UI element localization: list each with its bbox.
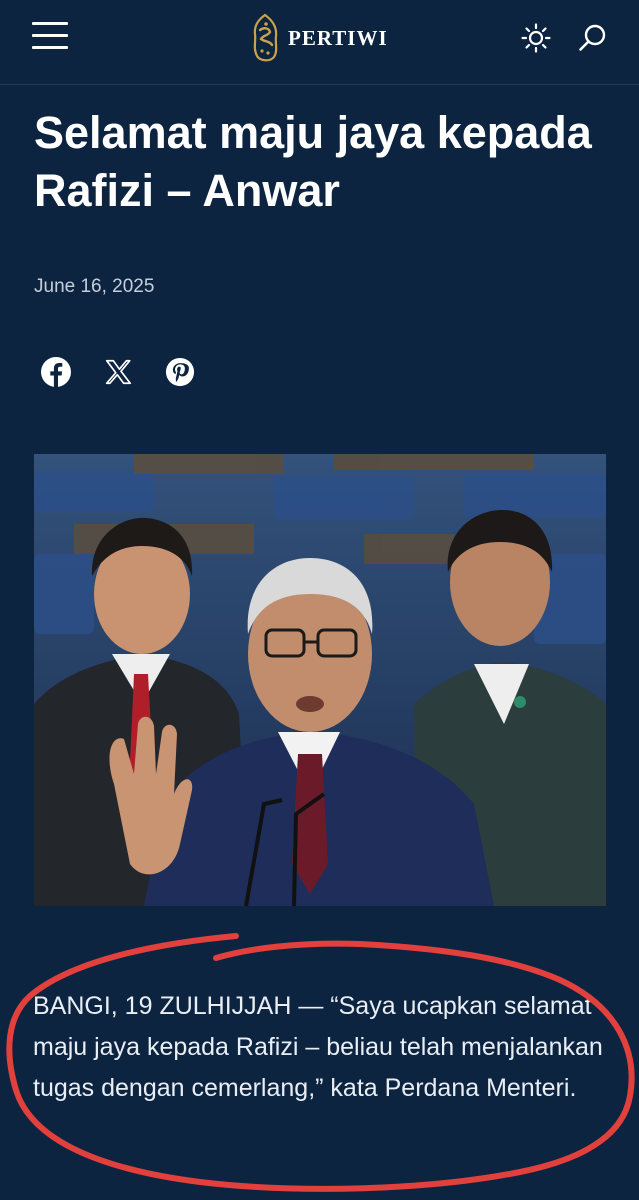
sun-icon[interactable] xyxy=(520,22,552,54)
article-lead-paragraph: BANGI, 19 ZULHIJJAH — “Saya ucapkan sela… xyxy=(33,992,603,1102)
logo-emblem-icon xyxy=(253,13,278,62)
search-icon[interactable] xyxy=(577,22,609,54)
share-buttons xyxy=(38,354,224,390)
brand-name: PERTIWI xyxy=(288,25,388,50)
hero-photo-illustration xyxy=(34,454,606,906)
article-title: Selamat maju jaya kepada Rafizi – Anwar xyxy=(34,107,592,216)
top-nav-bar: PERTIWI xyxy=(0,0,639,85)
hamburger-menu-icon[interactable] xyxy=(32,22,68,52)
article-hero-image xyxy=(34,454,606,906)
facebook-icon[interactable] xyxy=(38,354,74,390)
pinterest-icon[interactable] xyxy=(162,354,198,390)
site-logo[interactable]: PERTIWI xyxy=(248,12,388,64)
x-icon[interactable] xyxy=(100,354,136,390)
article-date: June 16, 2025 xyxy=(34,276,155,297)
